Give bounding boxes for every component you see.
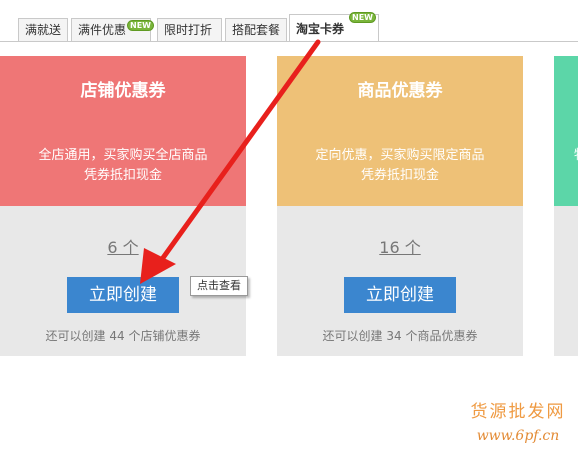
coupon-count-link[interactable]: 16 个 — [277, 234, 523, 258]
card-header: 店铺优惠券 全店通用，买家购买全店商品 凭券抵扣现金 — [0, 56, 246, 206]
card-footer: 16 个 立即创建 还可以创建 34 个商品优惠券 — [277, 206, 523, 356]
card-desc-line: 凭券抵扣现金 — [360, 168, 439, 183]
tab-label: 搭配套餐 — [232, 23, 281, 37]
card-title: 商品优惠券 — [357, 81, 443, 101]
create-store-coupon-button[interactable]: 立即创建 — [67, 277, 179, 313]
card-desc-line: 凭券抵扣现金 — [83, 168, 162, 183]
tab-multi-item-discount[interactable]: 满件优惠 NEW — [71, 18, 154, 42]
card-description: 定向优惠，买家购买限定商品 凭券抵扣现金 — [277, 146, 523, 186]
store-coupon-card: 店铺优惠券 全店通用，买家购买全店商品 凭券抵扣现金 6 个 立即创建 还可以创… — [0, 56, 246, 356]
tab-label: 限时打折 — [164, 23, 213, 37]
tab-bar-divider — [0, 41, 578, 42]
card-description: 全店通用，买家购买全店商品 凭券抵扣现金 — [0, 146, 246, 186]
card-desc-fragment: 物 — [574, 146, 578, 166]
card-title: 店铺优惠券 — [80, 81, 166, 101]
third-coupon-card: 物 — [554, 56, 578, 356]
tab-flash-discount[interactable]: 限时打折 — [157, 18, 222, 42]
watermark-title: 货源批发网 — [470, 402, 566, 422]
watermark-url: www.6pf.cn — [476, 428, 560, 444]
remaining-hint: 还可以创建 44 个店铺优惠券 — [45, 329, 201, 343]
card-header: 物 — [554, 56, 578, 206]
site-watermark: 货源批发网 www.6pf.cn — [466, 402, 570, 444]
coupon-count-link[interactable]: 6 个 — [0, 234, 246, 258]
tab-bar: 满就送 满件优惠 NEW 限时打折 搭配套餐 淘宝卡券 NEW — [0, 0, 578, 42]
card-header: 商品优惠券 定向优惠，买家购买限定商品 凭券抵扣现金 — [277, 56, 523, 206]
new-badge: NEW — [349, 12, 376, 23]
card-desc-line: 定向优惠，买家购买限定商品 — [315, 148, 485, 163]
tab-taobao-coupons[interactable]: 淘宝卡券 NEW — [289, 12, 379, 42]
remaining-hint: 还可以创建 34 个商品优惠券 — [322, 329, 478, 343]
card-desc-line: 全店通用，买家购买全店商品 — [38, 148, 208, 163]
card-footer — [554, 206, 578, 356]
new-badge: NEW — [127, 20, 154, 31]
tab-label: 淘宝卡券 — [296, 22, 345, 36]
tab-label: 满件优惠 — [78, 23, 127, 37]
tab-full-gift[interactable]: 满就送 — [18, 18, 68, 42]
tab-label: 满就送 — [25, 23, 62, 37]
tab-combo-package[interactable]: 搭配套餐 — [225, 18, 287, 42]
item-coupon-card: 商品优惠券 定向优惠，买家购买限定商品 凭券抵扣现金 16 个 立即创建 还可以… — [277, 56, 523, 356]
create-item-coupon-button[interactable]: 立即创建 — [344, 277, 456, 313]
click-to-view-tooltip: 点击查看 — [190, 276, 248, 296]
